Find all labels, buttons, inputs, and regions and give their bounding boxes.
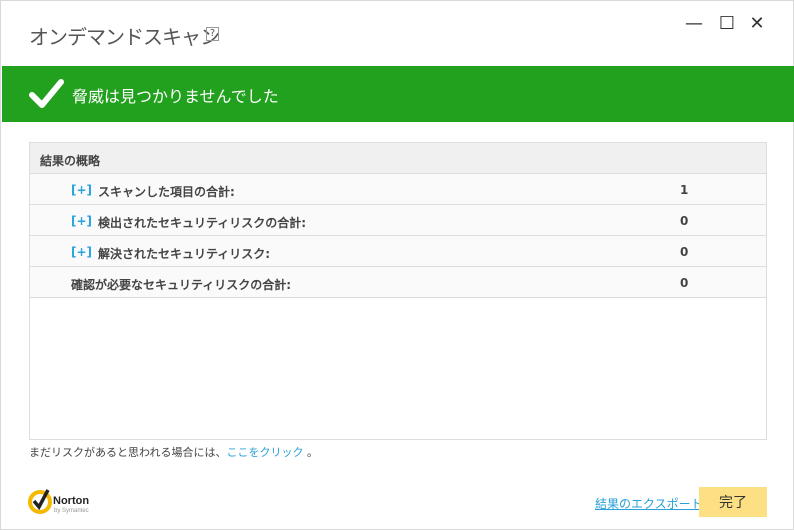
summary-header: 結果の概略 xyxy=(30,143,766,174)
expand-button[interactable]: [+] xyxy=(71,183,92,197)
row-value: 1 xyxy=(680,183,689,197)
table-row: [+] 解決されたセキュリティリスク: 0 xyxy=(30,236,766,267)
norton-logo: Norton by Symantec xyxy=(28,487,98,519)
table-row: 確認が必要なセキュリティリスクの合計: 0 xyxy=(30,267,766,298)
row-value: 0 xyxy=(680,276,689,290)
minimize-button[interactable]: — xyxy=(682,13,706,34)
note-end: 。 xyxy=(303,446,318,459)
row-label: 確認が必要なセキュリティリスクの合計: xyxy=(71,278,292,292)
status-message: 脅威は見つかりませんでした xyxy=(72,87,279,106)
status-banner: 脅威は見つかりませんでした xyxy=(2,66,794,122)
row-label: 検出されたセキュリティリスクの合計: xyxy=(98,216,307,230)
click-here-link[interactable]: ここをクリック xyxy=(226,446,303,459)
results-summary: 結果の概略 [+] スキャンした項目の合計: 1 [+] 検出されたセキュリティリスク… xyxy=(29,142,767,440)
row-label: 解決されたセキュリティリスク: xyxy=(98,247,271,261)
scan-window: オンデマンドスキャン ? — ☐ ✕ 脅威は見つかりませんでした 結果の概略 [… xyxy=(0,0,794,530)
row-value: 0 xyxy=(680,214,689,228)
table-row: [+] スキャンした項目の合計: 1 xyxy=(30,174,766,205)
expand-button[interactable]: [+] xyxy=(71,245,92,259)
note-text: まだリスクがあると思われる場合には、 xyxy=(29,446,227,459)
done-button[interactable]: 完了 xyxy=(699,487,767,517)
row-label: スキャンした項目の合計: xyxy=(98,185,235,199)
export-results-link[interactable]: 結果のエクスポート xyxy=(595,495,703,512)
close-button[interactable]: ✕ xyxy=(745,13,769,34)
svg-text:Norton: Norton xyxy=(53,495,89,507)
help-button[interactable]: ? xyxy=(206,27,219,41)
expand-button[interactable]: [+] xyxy=(71,214,92,228)
window-title: オンデマンドスキャン xyxy=(29,25,220,49)
row-value: 0 xyxy=(680,245,689,259)
help-note: まだリスクがあると思われる場合には、ここをクリック 。 xyxy=(29,444,318,460)
svg-text:by Symantec: by Symantec xyxy=(54,508,89,514)
table-row: [+] 検出されたセキュリティリスクの合計: 0 xyxy=(30,205,766,236)
maximize-button[interactable]: ☐ xyxy=(715,13,739,34)
checkmark-icon xyxy=(29,79,64,108)
